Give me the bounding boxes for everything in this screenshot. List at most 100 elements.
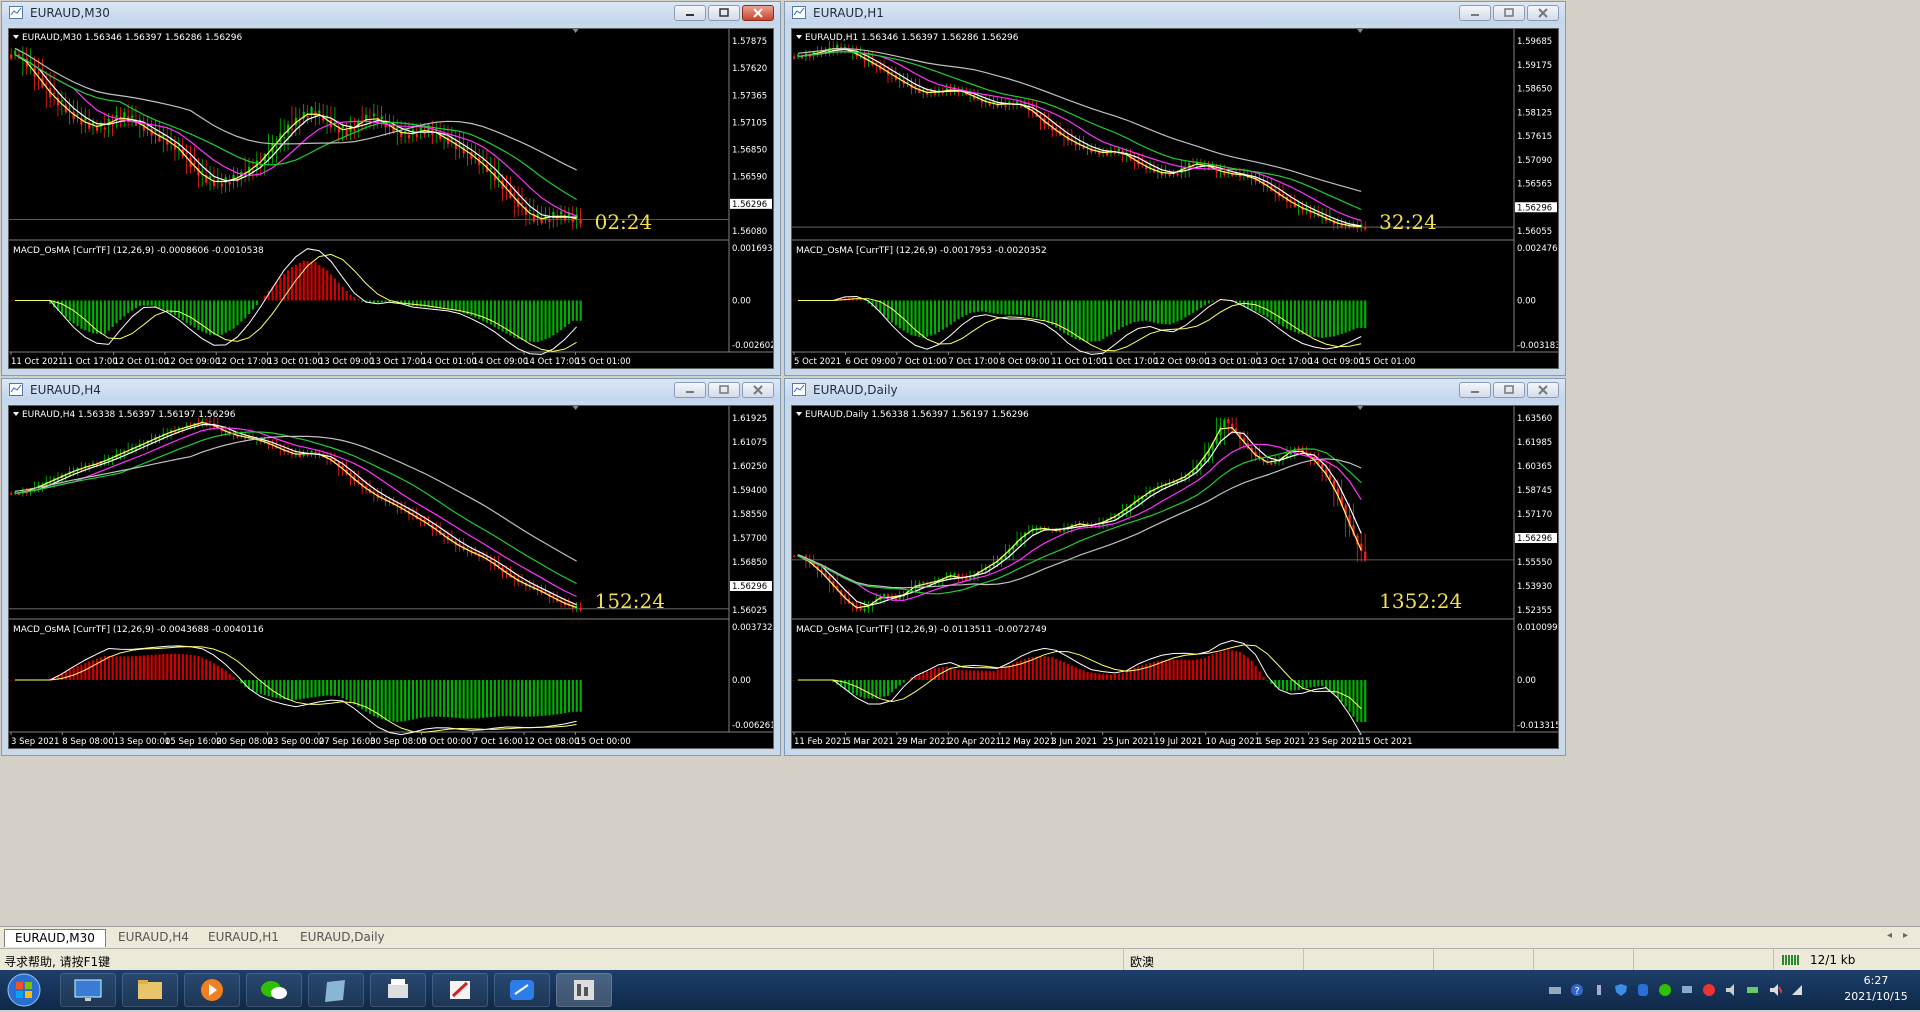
tab-euraud-daily[interactable]: EURAUD,Daily (290, 929, 395, 947)
chart-symbol-info: EURAUD,H4 1.56338 1.56397 1.56197 1.5629… (22, 410, 236, 420)
macd-histogram-bar (1258, 671, 1261, 680)
macd-histogram-bar (1160, 660, 1163, 680)
taskbar-media[interactable] (184, 973, 240, 1007)
candle-body (489, 167, 493, 169)
price-scale-label: 1.56565 (1517, 180, 1552, 190)
close-button[interactable] (742, 5, 774, 21)
taskbar-mail[interactable] (494, 973, 550, 1007)
chart-window-h4[interactable]: EURAUD,H4 EURAUD,H4 1.56338 1.56397 1.56… (1, 378, 781, 756)
keyboard-icon[interactable] (1548, 983, 1562, 997)
shield-icon[interactable] (1614, 983, 1628, 997)
tab-euraud-h4[interactable]: EURAUD,H4 (108, 929, 199, 947)
minimize-button[interactable] (674, 5, 706, 21)
chart-area[interactable]: EURAUD,H4 1.56338 1.56397 1.56197 1.5629… (8, 405, 774, 749)
macd-histogram-bar (926, 300, 929, 337)
macd-histogram-bar (1004, 666, 1007, 680)
price-scale-label: 1.56296 (732, 200, 767, 210)
macd-histogram-bar (1047, 656, 1050, 680)
chart-window-h1[interactable]: EURAUD,H1 EURAUD,H1 1.56346 1.56397 1.56… (784, 1, 1566, 376)
macd-scale-label: 0.0100998 (1517, 623, 1558, 633)
tab-euraud-m30[interactable]: EURAUD,M30 (4, 929, 106, 947)
macd-histogram-bar (298, 680, 301, 700)
macd-histogram-bar (517, 680, 520, 717)
macd-histogram-bar (1223, 650, 1226, 680)
network-icon[interactable] (1680, 983, 1694, 997)
taskbar-notes[interactable] (308, 973, 364, 1007)
minimize-button[interactable] (674, 382, 706, 398)
window-titlebar[interactable]: EURAUD,H1 (785, 2, 1565, 24)
macd-histogram-bar (517, 300, 520, 339)
price-scale-label: 1.61985 (1517, 438, 1552, 448)
help-icon[interactable]: ? (1570, 983, 1584, 997)
macd-histogram-bar (1305, 300, 1308, 336)
macd-histogram-bar (1274, 300, 1277, 323)
clock[interactable]: 6:27 2021/10/15 (1840, 974, 1912, 1003)
macd-histogram-bar (1078, 300, 1081, 341)
macd-histogram-bar (1336, 300, 1339, 336)
candle-body (298, 454, 301, 457)
price-scale-label: 1.60365 (1517, 462, 1552, 472)
macd-histogram-bar (1074, 667, 1077, 680)
candle-body (21, 54, 25, 56)
tab-scroll-left-icon[interactable]: ◂ (1887, 930, 1892, 941)
bluetooth-icon[interactable] (1636, 983, 1650, 997)
chart-shift-marker-icon (572, 29, 579, 33)
macd-histogram-bar (867, 680, 870, 699)
macd-histogram-bar (1278, 680, 1281, 689)
wechat-tray-icon[interactable] (1658, 983, 1672, 997)
close-button[interactable] (742, 382, 774, 398)
candle-body (1055, 127, 1058, 129)
macd-histogram-bar (1106, 300, 1109, 337)
macd-histogram-bar (1203, 300, 1206, 306)
window-titlebar[interactable]: EURAUD,H4 (2, 379, 780, 401)
start-button[interactable] (4, 972, 44, 1008)
window-titlebar[interactable]: EURAUD,Daily (785, 379, 1565, 401)
macd-histogram-bar (376, 680, 379, 718)
taskbar-printer[interactable] (370, 973, 426, 1007)
macd-histogram-bar (201, 657, 204, 680)
taskbar-paint[interactable] (432, 973, 488, 1007)
minimize-button[interactable] (1459, 5, 1491, 21)
close-button[interactable] (1527, 5, 1559, 21)
tab-scroll-right-icon[interactable]: ▸ (1903, 930, 1908, 941)
speaker-icon[interactable] (1724, 983, 1738, 997)
battery-icon[interactable] (1746, 983, 1760, 997)
macd-histogram-bar (142, 655, 145, 680)
maximize-button[interactable] (1493, 382, 1525, 398)
taskbar-desktop[interactable] (60, 973, 116, 1007)
macd-histogram-bar (984, 670, 987, 680)
signal-icon[interactable] (1592, 983, 1606, 997)
macd-histogram-bar (1164, 300, 1167, 325)
volume-muted-icon[interactable] (1768, 983, 1782, 997)
taskbar-wechat[interactable] (246, 973, 302, 1007)
macd-histogram-bar (294, 264, 298, 301)
macd-histogram-bar (1219, 651, 1222, 680)
macd-histogram-bar (1348, 680, 1351, 712)
macd-histogram-bar (992, 300, 995, 314)
chart-area[interactable]: EURAUD,H1 1.56346 1.56397 1.56286 1.5629… (791, 28, 1559, 369)
close-button[interactable] (1527, 382, 1559, 398)
taskbar-explorer[interactable] (122, 973, 178, 1007)
maximize-button[interactable] (1493, 5, 1525, 21)
maximize-button[interactable] (708, 382, 740, 398)
macd-histogram-bar (209, 660, 212, 680)
chart-window-icon (9, 6, 23, 19)
wifi-icon[interactable] (1790, 983, 1804, 997)
chart-area[interactable]: EURAUD,M30 1.56346 1.56397 1.56286 1.562… (8, 28, 774, 369)
price-scale-label: 1.57620 (732, 64, 767, 74)
taskbar-metatrader[interactable] (556, 973, 612, 1007)
tab-euraud-h1[interactable]: EURAUD,H1 (198, 929, 289, 947)
chart-symbol-info: EURAUD,H1 1.56346 1.56397 1.56286 1.5629… (805, 33, 1019, 43)
macd-histogram-bar (961, 670, 964, 680)
candle-body (127, 451, 130, 453)
macd-indicator-label: MACD_OsMA [CurrTF] (12,26,9) -0.0043688 … (13, 625, 264, 635)
chart-window-daily[interactable]: EURAUD,Daily EURAUD,Daily 1.56338 1.5639… (784, 378, 1566, 756)
antivirus-icon[interactable] (1702, 983, 1716, 997)
macd-histogram-bar (415, 680, 418, 719)
window-titlebar[interactable]: EURAUD,M30 (2, 2, 780, 24)
minimize-button[interactable] (1459, 382, 1491, 398)
chart-area[interactable]: EURAUD,Daily 1.56338 1.56397 1.56197 1.5… (791, 405, 1559, 749)
chart-window-m30[interactable]: EURAUD,M30 EURAUD,M30 1.56346 1.56397 1.… (1, 1, 781, 376)
maximize-button[interactable] (708, 5, 740, 21)
svg-text:?: ? (1575, 986, 1580, 997)
